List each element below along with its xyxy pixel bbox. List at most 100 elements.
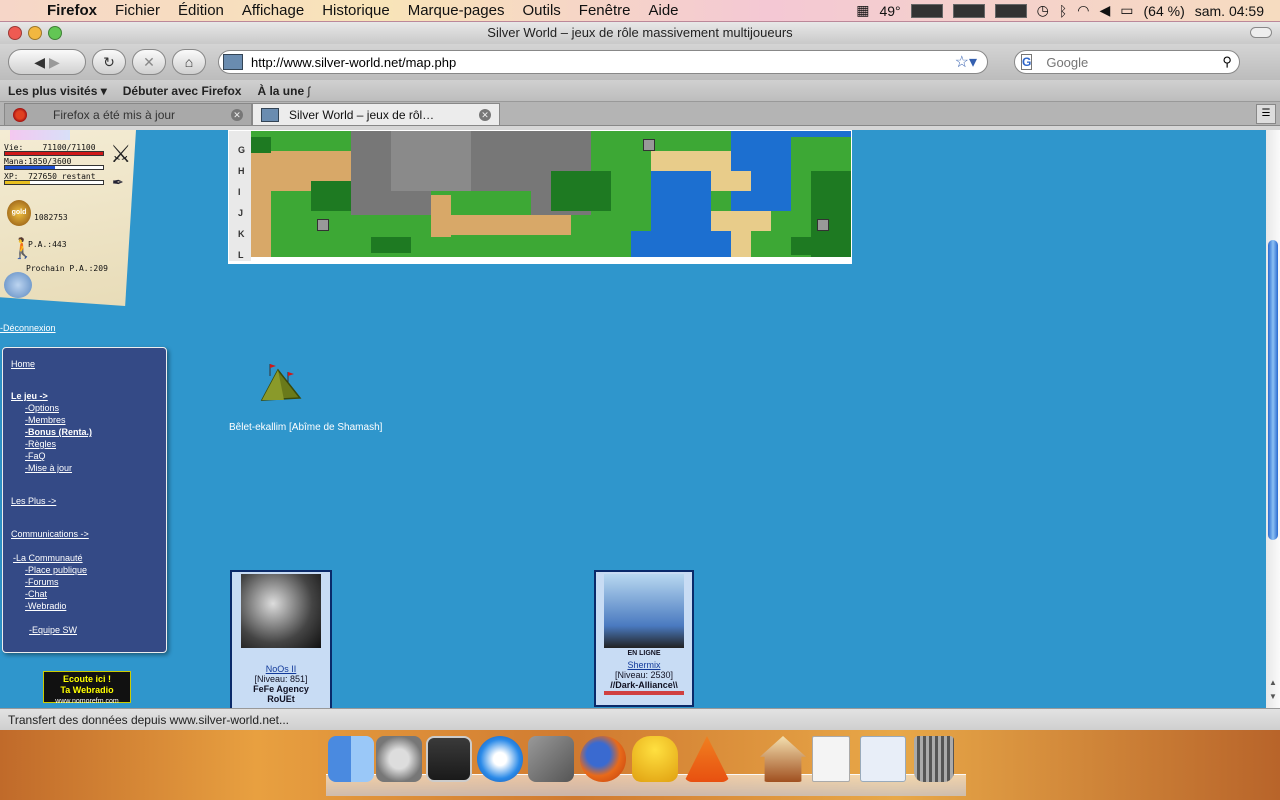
player-card[interactable]: EN LIGNE Shermix [Niveau: 2530] //Dark-A… [594, 570, 694, 707]
tab-silver-world[interactable]: Silver World – jeux de rôl… ✕ [252, 103, 500, 125]
menu-equipe-sw-link[interactable]: -Equipe SW [29, 625, 77, 635]
document-icon[interactable] [812, 736, 850, 782]
map-path-zone[interactable] [431, 195, 451, 237]
menu-app-firefox[interactable]: Firefox [38, 2, 106, 19]
menu-place-publique-link[interactable]: -Place publique [25, 565, 87, 575]
menu-options-link[interactable]: -Options [25, 403, 59, 413]
close-tab-icon[interactable]: ✕ [231, 108, 243, 121]
battery-icon[interactable]: ▭ [1120, 2, 1133, 19]
map-forest-zone[interactable] [791, 237, 831, 255]
search-engine-icon[interactable]: G [1021, 54, 1033, 70]
home-folder-icon[interactable] [760, 736, 806, 782]
vmware-icon[interactable] [528, 736, 574, 782]
tab-list-button[interactable]: ☰ [1256, 104, 1276, 124]
volume-icon[interactable]: ◀ [1099, 2, 1110, 19]
forward-arrow-icon[interactable]: ▶ [49, 54, 60, 71]
player-name-link[interactable]: Shermix [596, 660, 692, 670]
menu-webradio-link[interactable]: -Webradio [25, 601, 66, 611]
screenshot-stack-icon[interactable] [860, 736, 906, 782]
deconnexion-link[interactable]: -Déconnexion [0, 323, 56, 333]
time-machine-icon[interactable]: ◷ [1037, 2, 1049, 19]
menu-chat-link[interactable]: -Chat [25, 589, 47, 599]
map-water-zone[interactable] [631, 231, 731, 257]
tab-firefox-updated[interactable]: Firefox a été mis à jour ✕ [4, 103, 252, 125]
dashboard-icon[interactable] [426, 736, 472, 782]
stop-button[interactable]: ✕ [132, 49, 166, 75]
menu-bonus-link[interactable]: -Bonus (Renta.) [25, 427, 92, 437]
menu-aide[interactable]: Aide [640, 2, 688, 19]
player-card[interactable]: NoOs II [Niveau: 851] FeFe Agency RoUEt [230, 570, 332, 708]
menu-historique[interactable]: Historique [313, 2, 399, 19]
scroll-down-arrow-icon[interactable]: ▼ [1268, 692, 1278, 706]
itunes-icon[interactable] [477, 736, 523, 782]
map-grid[interactable] [251, 131, 851, 257]
map-forest-zone[interactable] [551, 171, 611, 211]
player-avatar[interactable] [241, 574, 321, 648]
map-forest-zone[interactable] [251, 137, 271, 153]
map-forest-zone[interactable] [311, 181, 351, 211]
menu-home-link[interactable]: Home [11, 359, 35, 369]
menu-communications-link[interactable]: Communications -> [11, 529, 89, 539]
bookmark-star-icon[interactable]: ☆▾ [945, 52, 987, 72]
wifi-icon[interactable]: ◠ [1077, 2, 1089, 19]
home-button[interactable]: ⌂ [172, 49, 206, 75]
menu-communaute-link[interactable]: -La Communauté [13, 553, 83, 563]
zoom-window-button[interactable] [48, 26, 62, 40]
bluetooth-icon[interactable]: ᛒ [1059, 3, 1067, 19]
minimize-window-button[interactable] [28, 26, 42, 40]
player-avatar[interactable] [604, 574, 684, 648]
search-input[interactable] [1046, 54, 1223, 70]
system-preferences-icon[interactable] [376, 736, 422, 782]
menu-outils[interactable]: Outils [513, 2, 569, 19]
menu-regles-link[interactable]: -Règles [25, 439, 56, 449]
menu-membres-link[interactable]: -Membres [25, 415, 66, 425]
menu-edition[interactable]: Édition [169, 2, 233, 19]
map-building-icon[interactable] [817, 219, 829, 231]
close-tab-icon[interactable]: ✕ [479, 108, 491, 121]
menu-affichage[interactable]: Affichage [233, 2, 313, 19]
firefox-dock-icon[interactable] [580, 736, 626, 782]
bookmark-most-visited[interactable]: Les plus visités ▾ [8, 84, 107, 98]
map-sand-zone[interactable] [711, 171, 751, 191]
webradio-banner[interactable]: Ecoute ici ! Ta Webradio www.nomorefm.co… [43, 671, 131, 705]
menubar-clock[interactable]: sam. 04:59 [1195, 3, 1264, 19]
finder-icon[interactable] [328, 736, 374, 782]
map-path-zone[interactable] [451, 215, 571, 235]
adium-icon[interactable] [632, 736, 678, 782]
menu-fenetre[interactable]: Fenêtre [570, 2, 640, 19]
back-forward-buttons[interactable]: ◀ ▶ [8, 49, 86, 75]
trash-icon[interactable] [914, 736, 954, 782]
menu-mise-a-jour-link[interactable]: -Mise à jour [25, 463, 72, 473]
close-window-button[interactable] [8, 26, 22, 40]
bookmark-getting-started[interactable]: Débuter avec Firefox [123, 84, 242, 98]
menu-fichier[interactable]: Fichier [106, 2, 169, 19]
scrollbar-thumb[interactable] [1268, 240, 1278, 540]
menu-forums-link[interactable]: -Forums [25, 577, 59, 587]
url-input[interactable] [251, 54, 945, 70]
map-building-icon[interactable] [317, 219, 329, 231]
map-building-icon[interactable] [643, 139, 655, 151]
map-sand-zone[interactable] [711, 211, 771, 231]
bookmark-latest-headlines[interactable]: À la une ʃ [257, 84, 310, 98]
map-water-zone[interactable] [791, 131, 851, 137]
menu-faq-link[interactable]: -FaQ [25, 451, 46, 461]
map-sand-zone[interactable] [731, 231, 751, 257]
menu-les-plus-link[interactable]: Les Plus -> [11, 496, 56, 506]
map-rock-zone[interactable] [391, 131, 471, 191]
vlc-icon[interactable] [684, 736, 730, 782]
map-dirt-zone[interactable] [251, 171, 271, 257]
search-bar[interactable]: G ⚲ [1014, 50, 1240, 74]
page-vertical-scrollbar[interactable]: ▲ ▼ [1266, 130, 1280, 708]
menu-le-jeu-link[interactable]: Le jeu -> [11, 391, 48, 401]
scroll-up-arrow-icon[interactable]: ▲ [1268, 678, 1278, 692]
grid-icon[interactable]: ▦ [856, 2, 869, 19]
map-forest-zone[interactable] [371, 237, 411, 253]
map-sand-zone[interactable] [651, 151, 731, 171]
reload-button[interactable]: ↻ [92, 49, 126, 75]
player-name-link[interactable]: NoOs II [232, 664, 330, 674]
tent-location-icon[interactable] [258, 360, 304, 406]
menu-marque-pages[interactable]: Marque-pages [399, 2, 514, 19]
toolbar-toggle-button[interactable] [1250, 27, 1272, 38]
back-arrow-icon[interactable]: ◀ [34, 54, 45, 71]
url-bar[interactable]: ☆▾ [218, 50, 988, 74]
